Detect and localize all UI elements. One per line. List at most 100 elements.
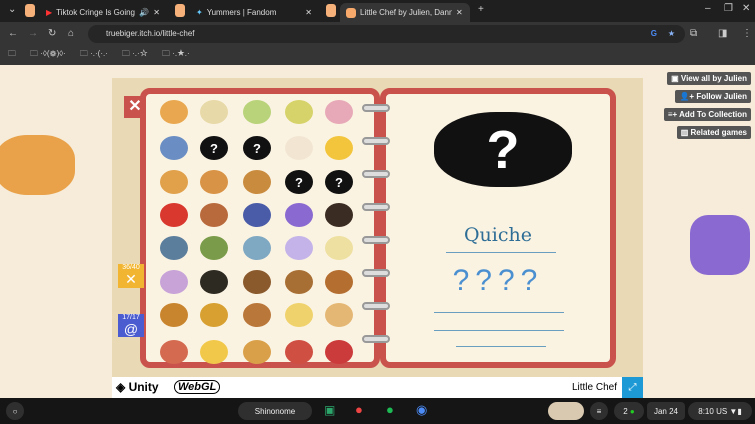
extensions-icon[interactable]: ⧉ <box>690 28 697 39</box>
audio-icon[interactable]: 🔊 <box>139 8 149 17</box>
chrome-icon[interactable]: ◉ <box>416 402 427 418</box>
close-tab-icon[interactable]: ✕ <box>456 8 463 17</box>
recipe-food-icon[interactable] <box>200 303 228 327</box>
recipe-food-icon[interactable] <box>200 203 228 227</box>
recipe-food-icon[interactable] <box>160 136 188 160</box>
badge-dishes[interactable]: 36/40 ✕ <box>118 264 144 288</box>
recipe-food-icon[interactable] <box>200 100 228 124</box>
recipe-food-icon[interactable] <box>200 236 228 260</box>
launcher-icon[interactable]: ○ <box>6 402 24 420</box>
bookmarks-bar: 🗀 🗀 ·◊(❁)◊· 🗀 ·.·(·.· 🗀 ·.·☆ 🗀 ·.★.· <box>0 45 755 65</box>
recipe-food-icon[interactable] <box>285 270 313 294</box>
recipe-food-icon[interactable] <box>160 170 188 194</box>
tab-yummers[interactable]: ✦ Yummers | Fandom ✕ <box>190 3 318 22</box>
app-icon[interactable]: ▣ <box>324 403 335 417</box>
unknown-dish-silhouette: ? <box>434 112 572 187</box>
itch-icon <box>346 7 356 18</box>
close-window-icon[interactable]: ✕ <box>742 3 750 14</box>
recipe-food-icon[interactable] <box>200 340 228 364</box>
recipe-food-icon[interactable] <box>325 303 353 327</box>
recipe-food-icon[interactable] <box>243 270 271 294</box>
recipe-food-icon[interactable] <box>243 303 271 327</box>
follow-button[interactable]: 👤+ Follow Julien <box>675 90 751 103</box>
recipe-food-icon[interactable] <box>160 203 188 227</box>
recipe-book-right-page: ? Quiche ???? <box>380 88 616 368</box>
bookmark-folder[interactable]: 🗀 ·.·(·.· <box>80 48 108 62</box>
recipe-food-icon[interactable] <box>285 303 313 327</box>
recipe-food-icon[interactable] <box>325 203 353 227</box>
recipe-food-icon[interactable] <box>243 236 271 260</box>
pinned-tab[interactable] <box>175 4 185 17</box>
reload-icon[interactable]: ↻ <box>48 28 56 39</box>
fork-knife-icon: ✕ <box>125 271 137 287</box>
recipe-food-icon[interactable] <box>200 170 228 194</box>
recipe-food-icon[interactable] <box>160 303 188 327</box>
recipe-food-icon[interactable] <box>325 236 353 260</box>
recipe-food-icon[interactable] <box>243 170 271 194</box>
recipe-food-icon[interactable] <box>325 100 353 124</box>
tab-search-icon[interactable]: ⌄ <box>8 4 16 15</box>
home-icon[interactable]: ⌂ <box>68 28 74 39</box>
side-panel-icon[interactable]: ◨ <box>718 28 727 39</box>
unknown-recipe-icon[interactable]: ? <box>285 170 313 194</box>
bookmark-folder[interactable]: 🗀 ·.·☆ <box>122 48 148 62</box>
tab-tiktok[interactable]: ▶Tiktok Cringe Is Going Too🔊✕ <box>40 3 166 22</box>
menu-icon[interactable]: ⋮ <box>742 28 752 39</box>
recipe-food-icon[interactable] <box>243 340 271 364</box>
recipe-food-icon[interactable] <box>243 203 271 227</box>
tab-little-chef[interactable]: Little Chef by Julien, Danny-vD✕ <box>340 3 470 22</box>
recipe-food-icon[interactable] <box>160 100 188 124</box>
forward-icon[interactable]: → <box>28 28 38 39</box>
holding-space[interactable] <box>548 402 584 420</box>
unknown-recipe-icon[interactable]: ? <box>200 136 228 160</box>
google-icon[interactable]: G <box>651 25 657 43</box>
bookmark-folder[interactable]: 🗀 ·.★.· <box>162 48 190 62</box>
address-bar[interactable]: truebiger.itch.io/little-chef G ★ <box>88 25 685 43</box>
bookmark-star-icon[interactable]: ★ <box>668 25 675 43</box>
recipe-food-icon[interactable] <box>285 340 313 364</box>
paint-app-icon[interactable]: ● <box>355 402 363 417</box>
date[interactable]: Jan 24 <box>647 402 685 420</box>
media-icon[interactable]: ≡ <box>590 402 608 420</box>
spotify-icon[interactable]: ● <box>386 402 394 417</box>
recipe-food-icon[interactable] <box>285 100 313 124</box>
badge-spiral[interactable]: 17/17 @ <box>118 314 144 337</box>
view-all-button[interactable]: ▣ View all by Julien <box>667 72 751 85</box>
recipe-food-icon[interactable] <box>325 340 353 364</box>
close-tab-icon[interactable]: ✕ <box>305 8 312 17</box>
new-tab-icon[interactable]: + <box>478 4 484 15</box>
status-area[interactable]: 8:10 US ▼ ▮ <box>688 402 752 420</box>
shelf-user[interactable]: Shinonome <box>238 402 312 420</box>
related-games-button[interactable]: ▥ Related games <box>676 126 751 139</box>
game-canvas[interactable]: ???? ? Quiche ???? ✕ 36/40 ✕ 17/17 @ <box>112 78 643 377</box>
bookmark-folder[interactable]: 🗀 <box>8 48 16 62</box>
add-to-collection-button[interactable]: ≡+ Add To Collection <box>663 108 751 121</box>
back-icon[interactable]: ← <box>8 28 18 39</box>
bookmark-folder[interactable]: 🗀 ·◊(❁)◊· <box>30 48 66 62</box>
toolbar: ← → ↻ ⌂ truebiger.itch.io/little-chef G … <box>0 22 755 45</box>
recipe-food-icon[interactable] <box>243 100 271 124</box>
recipe-food-icon[interactable] <box>160 236 188 260</box>
minimize-icon[interactable]: – <box>705 3 711 14</box>
tab-strip: ⌄ ▶Tiktok Cringe Is Going Too🔊✕ ✦Yummers… <box>0 0 755 22</box>
pinned-tab[interactable] <box>326 4 336 17</box>
binder-ring <box>362 104 390 112</box>
unknown-recipe-icon[interactable]: ? <box>325 170 353 194</box>
binder-ring <box>362 335 390 343</box>
chromeos-shelf: ○ Shinonome ▣ ● ● ◉ ≡ 2 ● Jan 24 8:10 US… <box>0 398 755 424</box>
fullscreen-button[interactable]: ⤢ <box>622 377 643 398</box>
pinned-tab[interactable] <box>25 4 35 17</box>
recipe-food-icon[interactable] <box>285 136 313 160</box>
recipe-food-icon[interactable] <box>325 136 353 160</box>
restore-icon[interactable]: ❐ <box>724 3 733 14</box>
unknown-recipe-icon[interactable]: ? <box>243 136 271 160</box>
notifications[interactable]: 2 ● <box>614 402 644 420</box>
recipe-food-icon[interactable] <box>160 340 188 364</box>
recipe-food-icon[interactable] <box>160 270 188 294</box>
recipe-food-icon[interactable] <box>200 270 228 294</box>
recipe-food-icon[interactable] <box>285 236 313 260</box>
recipe-food-icon[interactable] <box>285 203 313 227</box>
close-book-button[interactable]: ✕ <box>124 96 146 118</box>
recipe-food-icon[interactable] <box>325 270 353 294</box>
close-tab-icon[interactable]: ✕ <box>153 8 160 17</box>
